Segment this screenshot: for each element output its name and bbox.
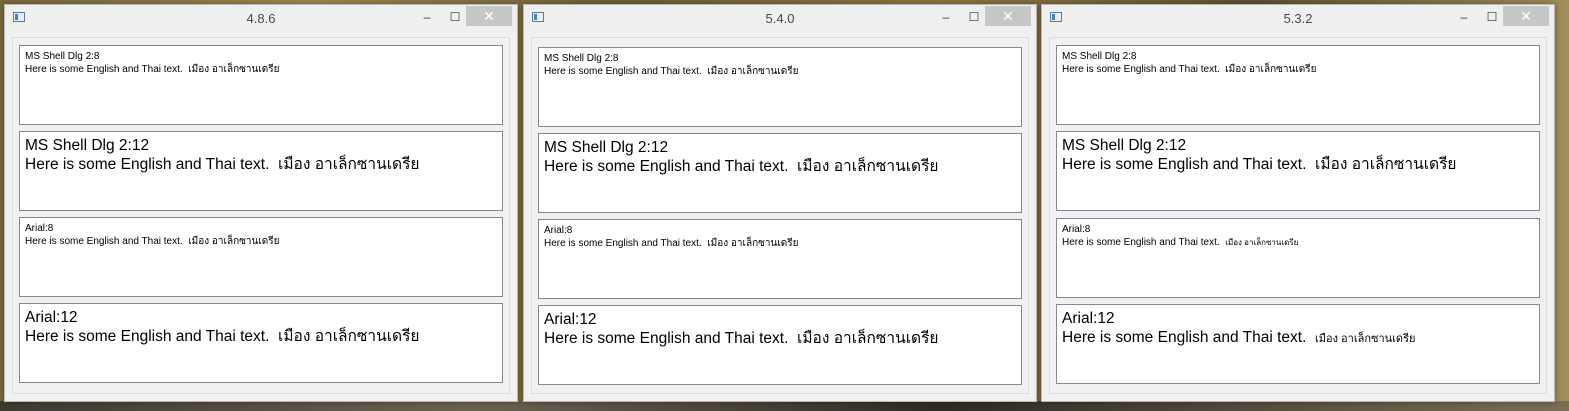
sample-text: Here is some English and Thai text. เมือ… [25, 236, 280, 247]
font-label: MS Shell Dlg 2:8 [544, 53, 619, 64]
maximize-button[interactable]: ☐ [964, 9, 984, 25]
font-label: MS Shell Dlg 2:12 [544, 139, 669, 156]
maximize-button[interactable]: ☐ [445, 9, 465, 25]
sample-text: Here is some English and Thai text. เมือ… [544, 330, 939, 347]
font-label: Arial:8 [1062, 224, 1091, 235]
sample-text: Here is some English and Thai text. เมือ… [25, 156, 420, 173]
text-panel[interactable]: MS Shell Dlg 2:12 Here is some English a… [1056, 131, 1540, 211]
text-panel[interactable]: MS Shell Dlg 2:8 Here is some English an… [538, 47, 1022, 127]
text-panel[interactable]: MS Shell Dlg 2:8 Here is some English an… [19, 45, 503, 125]
sample-text: Here is some English and Thai text. เมือ… [25, 64, 280, 75]
text-panel[interactable]: MS Shell Dlg 2:12 Here is some English a… [19, 131, 503, 211]
text-panel[interactable]: MS Shell Dlg 2:8 Here is some English an… [1056, 45, 1540, 125]
window-title: 5.3.2 [1283, 11, 1313, 26]
minimize-button[interactable]: – [1454, 9, 1474, 25]
sample-text: Here is some English and Thai text. เมือ… [1062, 156, 1457, 173]
window-title: 5.4.0 [765, 11, 795, 26]
sample-text: Here is some English and Thai text. เมือ… [25, 328, 420, 345]
text-panel[interactable]: Arial:8 Here is some English and Thai te… [1056, 218, 1540, 298]
text-panel[interactable]: Arial:12 Here is some English and Thai t… [19, 303, 503, 383]
window-title: 4.8.6 [246, 11, 276, 26]
font-label: Arial:12 [1062, 310, 1115, 327]
window-content: MS Shell Dlg 2:8 Here is some English an… [12, 37, 510, 394]
font-label: MS Shell Dlg 2:8 [1062, 51, 1137, 62]
sample-text: Here is some English and Thai text. เมือ… [544, 66, 799, 77]
font-label: MS Shell Dlg 2:12 [1062, 137, 1187, 154]
desktop-background [0, 401, 1569, 411]
sample-text: Here is some English and Thai text. เมือ… [544, 158, 939, 175]
title-bar[interactable]: 5.4.0 – ☐ ✕ [524, 5, 1036, 31]
sample-text: Here is some English and Thai text. เมือ… [544, 238, 799, 249]
text-panel[interactable]: Arial:12 Here is some English and Thai t… [1056, 304, 1540, 384]
title-bar[interactable]: 4.8.6 – ☐ ✕ [5, 5, 517, 31]
font-label: Arial:12 [544, 311, 597, 328]
window-content: MS Shell Dlg 2:8 Here is some English an… [1049, 37, 1547, 394]
text-panel[interactable]: Arial:12 Here is some English and Thai t… [538, 305, 1022, 385]
font-label: MS Shell Dlg 2:8 [25, 51, 100, 62]
font-label: Arial:8 [25, 223, 54, 234]
minimize-button[interactable]: – [417, 9, 437, 25]
title-bar[interactable]: 5.3.2 – ☐ ✕ [1042, 5, 1554, 31]
window-5-4-0[interactable]: 5.4.0 – ☐ ✕ MS Shell Dlg 2:8 Here is som… [523, 4, 1037, 402]
close-button[interactable]: ✕ [1503, 6, 1549, 26]
minimize-button[interactable]: – [936, 9, 956, 25]
window-4-8-6[interactable]: 4.8.6 – ☐ ✕ MS Shell Dlg 2:8 Here is som… [4, 4, 518, 402]
font-label: Arial:12 [25, 309, 78, 326]
text-panel[interactable]: Arial:8 Here is some English and Thai te… [538, 219, 1022, 299]
text-panel[interactable]: MS Shell Dlg 2:12 Here is some English a… [538, 133, 1022, 213]
maximize-button[interactable]: ☐ [1482, 9, 1502, 25]
sample-text: Here is some English and Thai text. เมือ… [1062, 237, 1299, 248]
close-button[interactable]: ✕ [985, 6, 1031, 26]
close-button[interactable]: ✕ [466, 6, 512, 26]
window-5-3-2[interactable]: 5.3.2 – ☐ ✕ MS Shell Dlg 2:8 Here is som… [1041, 4, 1555, 402]
sample-text: Here is some English and Thai text. เมือ… [1062, 329, 1416, 346]
font-label: MS Shell Dlg 2:12 [25, 137, 150, 154]
sample-text: Here is some English and Thai text. เมือ… [1062, 64, 1317, 75]
text-panel[interactable]: Arial:8 Here is some English and Thai te… [19, 217, 503, 297]
window-content: MS Shell Dlg 2:8 Here is some English an… [531, 37, 1029, 394]
font-label: Arial:8 [544, 225, 573, 236]
